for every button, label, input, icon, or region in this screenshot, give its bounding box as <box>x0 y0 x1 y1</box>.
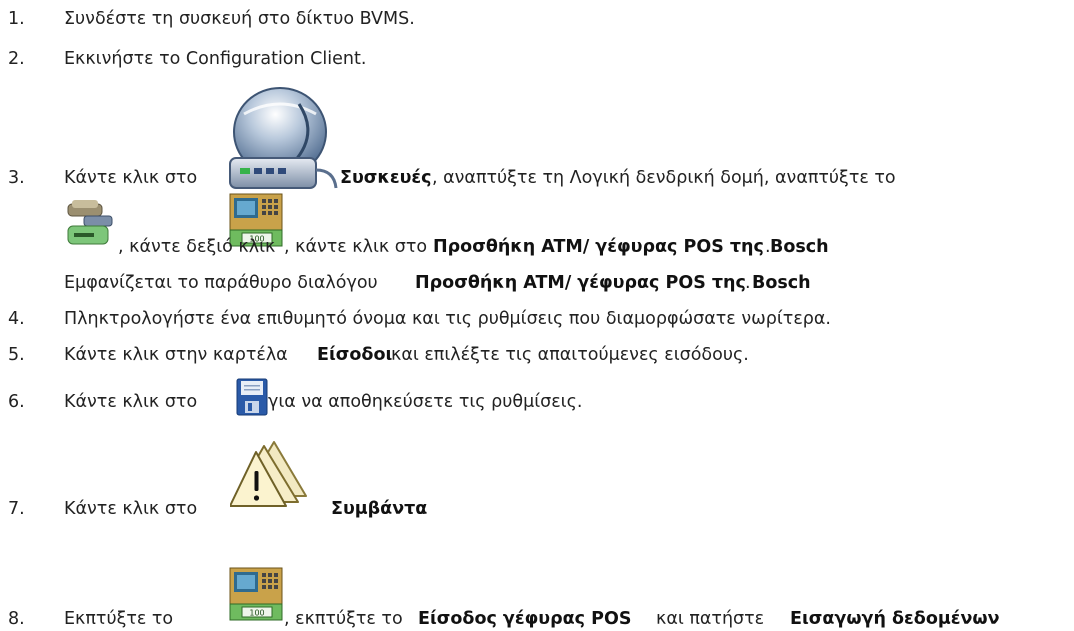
pos-bridge-input-label: Είσοδος γέφυρας POS <box>418 609 632 629</box>
atm-pos-bridge-icon: 100 <box>228 566 284 622</box>
step-text: για να αποθηκεύσετε τις ρυθμίσεις. <box>268 392 583 412</box>
step-text: Εκπτύξτε το <box>64 609 174 629</box>
events-label: Συμβάντα <box>331 499 428 519</box>
save-icon <box>236 378 268 416</box>
period: . <box>765 237 771 257</box>
step-number: 5. <box>8 345 25 365</box>
add-atm-dialog-label: Προσθήκη ATM/ γέφυρας POS της Bosch <box>415 273 811 293</box>
step-text: Κάντε κλικ στο <box>64 392 198 412</box>
svg-text:100: 100 <box>249 609 264 618</box>
step-text: Εμφανίζεται το παράθυρο διαλόγου <box>64 273 378 293</box>
step-number: 3. <box>8 168 25 188</box>
step-text: , εκπτύξτε το <box>284 609 403 629</box>
step-text: Κάντε κλικ στην καρτέλα <box>64 345 288 365</box>
step-text: Κάντε κλικ στο <box>64 168 198 188</box>
step-number: 6. <box>8 392 25 412</box>
devices-label: Συσκευές <box>340 168 432 188</box>
step-number: 7. <box>8 499 25 519</box>
step-text: Συνδέστε τη συσκευή στο δίκτυο BVMS. <box>64 9 415 29</box>
step-number: 1. <box>8 9 25 29</box>
events-icon <box>230 438 308 508</box>
period: . <box>421 499 427 519</box>
step-text: , κάντε κλικ στο <box>284 237 428 257</box>
step-text: , αναπτύξτε τη Λογική δενδρική δομή, ανα… <box>432 168 896 188</box>
inputs-tab-label: Είσοδοι <box>317 345 393 365</box>
step-text: Πληκτρολογήστε ένα επιθυμητό όνομα και τ… <box>64 309 831 329</box>
step-number: 2. <box>8 49 25 69</box>
devices-icon <box>224 84 338 194</box>
period: . <box>745 273 751 293</box>
step-number: 4. <box>8 309 25 329</box>
device-group-icon <box>64 196 118 248</box>
step-text: Εκκινήστε το Configuration Client. <box>64 49 367 69</box>
step-text: Κάντε κλικ στο <box>64 499 198 519</box>
data-input-label: Εισαγωγή δεδομένων <box>790 609 1000 629</box>
step-number: 8. <box>8 609 25 629</box>
step-text: και πατήστε <box>656 609 765 629</box>
step-text: και επιλέξτε τις απαιτούμενες εισόδους. <box>391 345 749 365</box>
step-text: , κάντε δεξιό κλικ <box>118 237 276 257</box>
